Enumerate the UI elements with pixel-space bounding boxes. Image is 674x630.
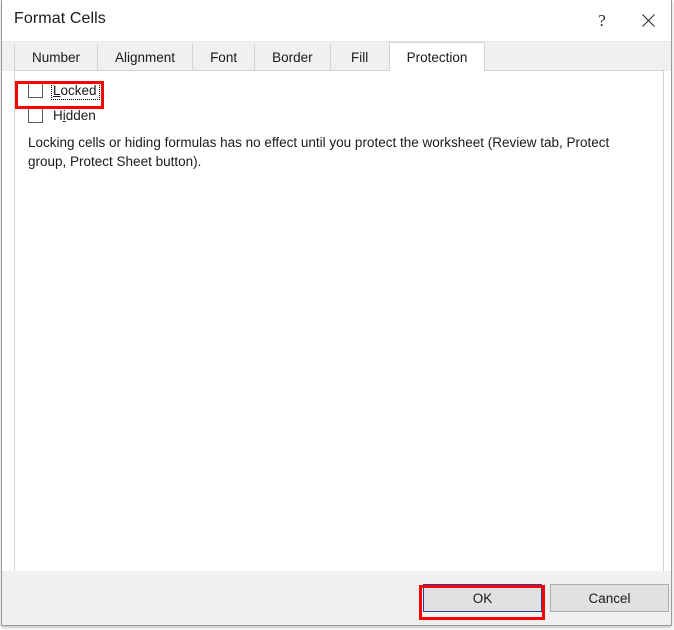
- locked-accel-key: L: [53, 83, 61, 98]
- titlebar-button-group: ?: [579, 0, 671, 41]
- hidden-label-prefix: H: [53, 108, 63, 123]
- dialog-footer: OK Cancel: [2, 571, 671, 625]
- hidden-checkbox[interactable]: [28, 108, 43, 123]
- tab-number[interactable]: Number: [14, 43, 99, 71]
- locked-checkbox[interactable]: [28, 83, 43, 98]
- protection-panel: Locked Hidden Locking cells or hiding fo…: [14, 70, 664, 572]
- hidden-label-text: dden: [65, 108, 96, 123]
- dialog-titlebar: Format Cells ?: [2, 0, 671, 42]
- locked-checkbox-label[interactable]: Locked: [51, 81, 100, 100]
- close-icon[interactable]: [625, 0, 671, 41]
- tabstrip: Number Alignment Font Border Fill Protec…: [14, 42, 486, 71]
- tab-protection[interactable]: Protection: [388, 42, 486, 71]
- tab-border[interactable]: Border: [254, 43, 331, 71]
- format-cells-dialog: Format Cells ? Number Alignment Font Bor…: [1, 0, 672, 626]
- cancel-button[interactable]: Cancel: [550, 584, 669, 612]
- ok-button[interactable]: OK: [423, 584, 542, 612]
- hidden-checkbox-label[interactable]: Hidden: [52, 107, 98, 124]
- tab-alignment[interactable]: Alignment: [97, 43, 194, 71]
- locked-checkbox-row[interactable]: Locked: [28, 81, 100, 100]
- protection-description: Locking cells or hiding formulas has no …: [28, 135, 610, 169]
- help-icon[interactable]: ?: [579, 0, 625, 41]
- tab-font[interactable]: Font: [192, 43, 256, 71]
- locked-label-text: ocked: [60, 83, 97, 98]
- tab-fill[interactable]: Fill: [329, 43, 390, 71]
- tabstrip-background: Number Alignment Font Border Fill Protec…: [2, 42, 671, 71]
- dialog-title: Format Cells: [14, 10, 106, 27]
- hidden-checkbox-row[interactable]: Hidden: [28, 107, 98, 124]
